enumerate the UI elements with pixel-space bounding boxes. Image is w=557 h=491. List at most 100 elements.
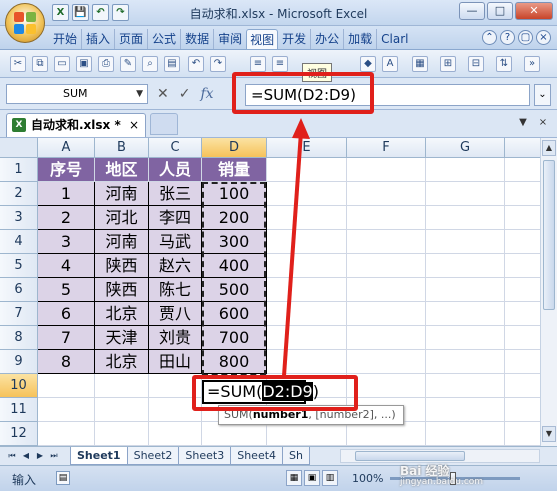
horizontal-scroll-thumb[interactable] bbox=[355, 451, 465, 461]
column-header-c[interactable]: C bbox=[149, 138, 202, 158]
zoom-level[interactable]: 100% bbox=[352, 472, 383, 485]
row-header-1[interactable]: 1 bbox=[0, 158, 38, 182]
column-header-a[interactable]: A bbox=[38, 138, 95, 158]
column-header-d[interactable]: D bbox=[202, 138, 267, 158]
column-header-h[interactable] bbox=[505, 138, 540, 158]
data-cell[interactable]: 马武 bbox=[149, 230, 202, 254]
data-cell[interactable]: 2 bbox=[38, 206, 95, 230]
row-header-7[interactable]: 7 bbox=[0, 302, 38, 326]
table-cell[interactable] bbox=[505, 230, 540, 254]
data-cell[interactable]: 4 bbox=[38, 254, 95, 278]
workbook-tab[interactable]: X 自动求和.xlsx * × bbox=[6, 113, 146, 137]
font-color-icon[interactable]: A bbox=[382, 56, 398, 72]
table-cell[interactable] bbox=[267, 278, 347, 302]
formula-input[interactable]: =SUM(D2:D9) bbox=[245, 84, 530, 106]
data-cell[interactable]: 100 bbox=[202, 182, 267, 206]
row-header-11[interactable]: 11 bbox=[0, 398, 38, 422]
sheet-tab-sheet5[interactable]: Sh bbox=[282, 447, 310, 465]
table-cell[interactable] bbox=[38, 422, 95, 446]
table-cell[interactable] bbox=[347, 254, 426, 278]
tab-data[interactable]: 数据 bbox=[180, 29, 212, 49]
table-cell[interactable] bbox=[267, 302, 347, 326]
table-cell[interactable] bbox=[505, 182, 540, 206]
table-cell[interactable] bbox=[95, 398, 149, 422]
column-header-g[interactable]: G bbox=[426, 138, 505, 158]
table-cell[interactable] bbox=[426, 230, 505, 254]
table-cell[interactable] bbox=[505, 254, 540, 278]
last-sheet-icon[interactable]: ⏭ bbox=[48, 449, 60, 463]
tab-developer[interactable]: 开发 bbox=[279, 29, 309, 49]
table-cell[interactable] bbox=[347, 278, 426, 302]
align-center-icon[interactable]: ≡ bbox=[272, 56, 288, 72]
data-cell[interactable]: 700 bbox=[202, 326, 267, 350]
function-tooltip[interactable]: SUM(number1, [number2], ...) bbox=[218, 405, 404, 425]
macro-record-icon[interactable]: ▤ bbox=[56, 471, 70, 485]
sheet-tab-sheet1[interactable]: Sheet1 bbox=[70, 447, 128, 465]
horizontal-scrollbar[interactable] bbox=[340, 449, 540, 463]
close-tab-icon[interactable]: × bbox=[129, 114, 139, 136]
table-cell[interactable] bbox=[347, 302, 426, 326]
preview-icon[interactable]: ⌕ bbox=[142, 56, 158, 72]
tab-page[interactable]: 页面 bbox=[114, 29, 146, 49]
vertical-scroll-thumb[interactable] bbox=[543, 160, 555, 310]
data-cell[interactable]: 河南 bbox=[95, 230, 149, 254]
sheet-tab-sheet4[interactable]: Sheet4 bbox=[230, 447, 284, 465]
column-header-e[interactable]: E bbox=[267, 138, 347, 158]
data-cell[interactable]: 3 bbox=[38, 230, 95, 254]
row-header-4[interactable]: 4 bbox=[0, 230, 38, 254]
table-cell[interactable] bbox=[347, 206, 426, 230]
row-header-8[interactable]: 8 bbox=[0, 326, 38, 350]
tab-review[interactable]: 审阅 bbox=[213, 29, 245, 49]
row-header-2[interactable]: 2 bbox=[0, 182, 38, 206]
enter-icon[interactable]: ✓ bbox=[179, 86, 191, 102]
row-header-12[interactable]: 12 bbox=[0, 422, 38, 446]
data-cell[interactable]: 河北 bbox=[95, 206, 149, 230]
new-workbook-tab[interactable] bbox=[150, 113, 178, 135]
ribbon-minimize-icon[interactable]: ⌃ bbox=[482, 30, 497, 45]
data-cell[interactable]: 7 bbox=[38, 326, 95, 350]
copy-icon[interactable]: ⧉ bbox=[32, 56, 48, 72]
row-header-10[interactable]: 10 bbox=[0, 374, 38, 398]
tab-insert[interactable]: 插入 bbox=[81, 29, 113, 49]
data-cell[interactable]: 天津 bbox=[95, 326, 149, 350]
restore-icon[interactable]: ▢ bbox=[518, 30, 533, 45]
table-cell[interactable] bbox=[95, 422, 149, 446]
next-sheet-icon[interactable]: ▶ bbox=[34, 449, 46, 463]
sheet-tab-sheet3[interactable]: Sheet3 bbox=[178, 447, 232, 465]
table-cell[interactable] bbox=[267, 350, 347, 374]
data-cell[interactable]: 6 bbox=[38, 302, 95, 326]
header-cell[interactable]: 地区 bbox=[95, 158, 149, 182]
table-cell[interactable] bbox=[347, 422, 426, 446]
data-cell[interactable]: 300 bbox=[202, 230, 267, 254]
table-cell[interactable] bbox=[347, 374, 426, 398]
cut-icon[interactable]: ✂ bbox=[10, 56, 26, 72]
tab-office[interactable]: 办公 bbox=[310, 29, 342, 49]
header-cell[interactable]: 序号 bbox=[38, 158, 95, 182]
row-header-3[interactable]: 3 bbox=[0, 206, 38, 230]
table-cell[interactable] bbox=[505, 350, 540, 374]
table-cell[interactable] bbox=[505, 278, 540, 302]
office-button[interactable] bbox=[5, 3, 45, 43]
data-cell[interactable]: 刘贵 bbox=[149, 326, 202, 350]
data-cell[interactable]: 1 bbox=[38, 182, 95, 206]
chevron-down-icon[interactable]: ▼ bbox=[136, 85, 143, 103]
table-cell[interactable] bbox=[347, 350, 426, 374]
minimize-button[interactable]: — bbox=[459, 2, 485, 20]
table-cell[interactable] bbox=[347, 182, 426, 206]
sheet-tab-sheet2[interactable]: Sheet2 bbox=[126, 447, 180, 465]
tab-formulas[interactable]: 公式 bbox=[147, 29, 179, 49]
insert-function-icon[interactable]: fx bbox=[200, 86, 213, 102]
close-icon[interactable]: × bbox=[536, 30, 551, 45]
table-cell[interactable] bbox=[505, 158, 540, 182]
data-cell[interactable]: 5 bbox=[38, 278, 95, 302]
table-cell[interactable] bbox=[202, 422, 267, 446]
table-cell[interactable] bbox=[38, 398, 95, 422]
data-cell[interactable]: 500 bbox=[202, 278, 267, 302]
close-button[interactable]: ✕ bbox=[515, 2, 553, 20]
data-cell[interactable]: 200 bbox=[202, 206, 267, 230]
borders-icon[interactable]: ▦ bbox=[412, 56, 428, 72]
table-cell[interactable] bbox=[267, 206, 347, 230]
table-cell[interactable] bbox=[347, 326, 426, 350]
save-icon[interactable]: ▣ bbox=[76, 56, 92, 72]
table-cell[interactable] bbox=[347, 230, 426, 254]
